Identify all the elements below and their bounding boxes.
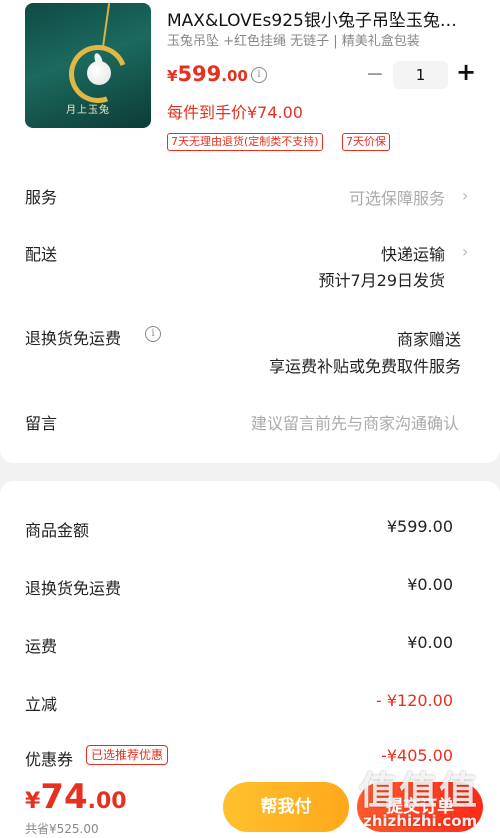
- return-fee-label: 退换货免运费: [25, 579, 122, 598]
- price-decimal: .00: [221, 67, 248, 85]
- coupon-selected-tag: 已选推荐优惠: [86, 745, 169, 765]
- per-item-price: 每件到手价¥74.00: [167, 103, 303, 122]
- product-image-brand: 月上玉兔: [66, 105, 110, 116]
- necklace-chain-graphic: [101, 3, 111, 48]
- product-price: ¥599.00: [167, 62, 248, 86]
- bottom-checkout-bar: ¥74.00 共省¥525.00 帮我付 提交订单: [0, 773, 500, 838]
- goods-amount-label: 商品金额: [25, 521, 90, 540]
- return-shipping-value: 商家赠送: [396, 330, 461, 349]
- service-chevron-icon[interactable]: ›: [462, 186, 468, 205]
- service-value[interactable]: 可选保障服务: [349, 185, 445, 209]
- price-protect-tag: 7天价保: [342, 133, 390, 151]
- total-currency: ¥: [25, 789, 41, 814]
- delivery-eta: 预计7月29日发货: [318, 271, 445, 290]
- shipping-fee-label: 运费: [25, 637, 58, 656]
- message-label: 留言: [25, 414, 58, 433]
- delivery-chevron-icon[interactable]: ›: [462, 242, 468, 261]
- total-price: ¥74.00: [25, 777, 127, 817]
- return-shipping-info-icon[interactable]: i: [145, 326, 161, 342]
- order-item-card: 月上玉兔 MAX&LOVEs925银小兔子吊坠玉兔… 玉兔吊坠 +红色挂绳 无链…: [0, 0, 500, 463]
- coupon-label: 优惠券: [25, 750, 74, 769]
- service-label: 服务: [25, 188, 58, 207]
- shipping-fee-value: ¥0.00: [407, 633, 453, 652]
- help-me-pay-button[interactable]: 帮我付: [223, 782, 349, 832]
- rabbit-graphic: [87, 61, 111, 85]
- price-integer: 599: [177, 62, 222, 86]
- delivery-value[interactable]: 快递运输: [381, 241, 445, 265]
- return-shipping-label: 退换货免运费: [25, 329, 122, 348]
- quantity-minus-button[interactable]: −: [365, 62, 385, 87]
- quantity-value[interactable]: 1: [393, 61, 448, 89]
- submit-order-button[interactable]: 提交订单: [357, 782, 483, 832]
- delivery-label: 配送: [25, 245, 58, 264]
- return-fee-value: ¥0.00: [407, 575, 453, 594]
- return-shipping-desc: 享运费补贴或免费取件服务: [268, 357, 461, 376]
- goods-amount-value: ¥599.00: [386, 517, 453, 536]
- discount-label: 立减: [25, 695, 58, 714]
- total-saved: 共省¥525.00: [25, 822, 99, 836]
- product-image[interactable]: 月上玉兔: [25, 3, 151, 128]
- total-decimal: .00: [87, 789, 127, 814]
- product-spec[interactable]: 玉兔吊坠 +红色挂绳 无链子 | 精美礼盒包装: [167, 30, 420, 49]
- price-info-icon[interactable]: i: [251, 67, 267, 83]
- product-title: MAX&LOVEs925银小兔子吊坠玉兔…: [167, 11, 457, 31]
- message-input[interactable]: 建议留言前先与商家沟通确认: [251, 410, 459, 434]
- coupon-value[interactable]: -¥405.00: [381, 746, 453, 765]
- quantity-plus-button[interactable]: +: [454, 58, 478, 86]
- discount-value: - ¥120.00: [375, 691, 453, 710]
- return-policy-tag: 7天无理由退货(定制类不支持): [167, 133, 323, 151]
- total-integer: 74: [40, 777, 88, 817]
- price-currency: ¥: [167, 67, 178, 85]
